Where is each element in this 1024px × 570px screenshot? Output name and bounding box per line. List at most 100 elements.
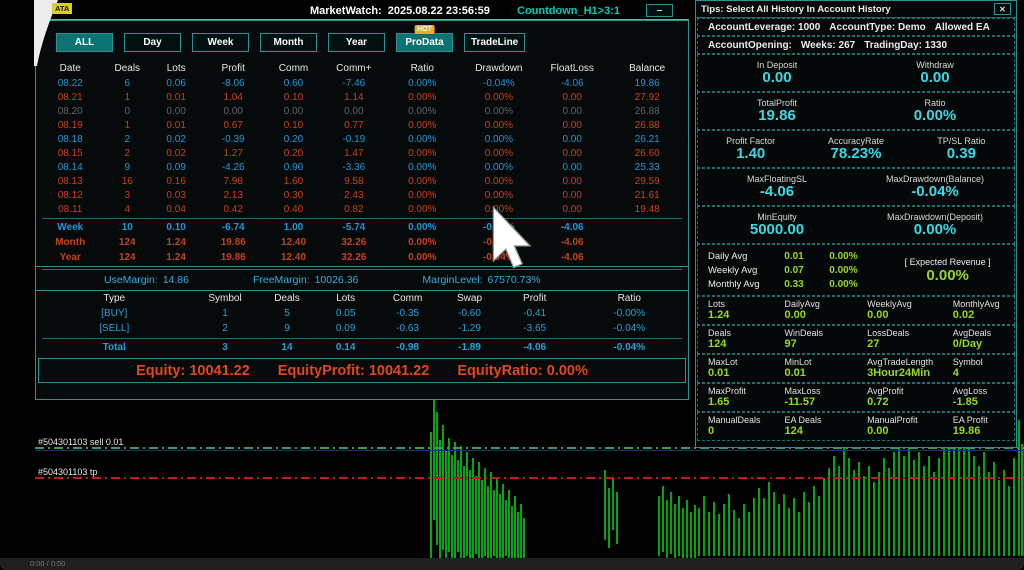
- tab-tradeline[interactable]: TradeLine: [464, 33, 525, 52]
- cell: -0.04%: [460, 78, 538, 89]
- cell: Comm: [264, 63, 323, 74]
- tips-header: Tips: Select All History In Account Hist…: [696, 1, 1016, 18]
- cell: 7.98: [202, 176, 264, 187]
- margin-item: UseMargin:14.86: [104, 274, 189, 286]
- cell: 08.20: [36, 106, 104, 117]
- chart-bar: [898, 442, 900, 556]
- stat-value: 5000.00: [750, 222, 804, 238]
- minimize-button[interactable]: –: [646, 4, 673, 17]
- summary-row[interactable]: Year1241.2419.8612.4032.260.00%-0.04%-4.…: [36, 250, 688, 265]
- cell: 0.00: [150, 106, 202, 117]
- ata-badge: ATA: [52, 3, 72, 14]
- chart-bar: [690, 512, 692, 558]
- divider: [36, 266, 688, 267]
- chart-bar: [678, 496, 680, 556]
- stat-cell: Profit Factor1.40: [726, 136, 775, 162]
- tab-all[interactable]: ALL: [56, 33, 113, 52]
- chart-bar: [908, 446, 910, 556]
- avg-percent: 0.00%: [829, 279, 881, 290]
- cell: 08.22: [36, 78, 104, 89]
- table-row[interactable]: 08.2000.000.000.000.000.00%0.00%0.0026.8…: [36, 104, 688, 118]
- close-icon[interactable]: ✕: [994, 3, 1011, 15]
- cell: 0.00%: [385, 148, 460, 159]
- stat-value: 97: [785, 338, 868, 350]
- cell: -4.06: [538, 237, 606, 248]
- cell: 0.00%: [460, 134, 538, 145]
- cell: 08.18: [36, 134, 104, 145]
- table-row[interactable]: 08.1910.010.670.100.770.00%0.00%0.0026.8…: [36, 118, 688, 132]
- cell: Symbol: [192, 293, 257, 304]
- table-row[interactable]: 08.2260.06-8.060.60-7.460.00%-0.04%-4.06…: [36, 76, 688, 90]
- summary-row[interactable]: Month1241.2419.8612.4032.260.00%-0.04%-4…: [36, 235, 688, 250]
- hot-badge: HOT: [414, 25, 435, 34]
- cell: 0.90: [264, 162, 323, 173]
- table-row[interactable]: 08.1520.021.270.201.470.00%0.00%0.0026.6…: [36, 146, 688, 160]
- cell: 32.26: [323, 237, 385, 248]
- cell: Comm: [375, 293, 440, 304]
- cell: 25.33: [606, 162, 688, 173]
- chart-bar: [666, 500, 668, 558]
- table-row[interactable]: [SELL]290.09-0.63-1.29-3.65-0.04%: [36, 321, 688, 336]
- cell: 124: [104, 237, 150, 248]
- cell: Ratio: [571, 293, 688, 304]
- table-row[interactable]: 08.1820.02-0.390.20-0.190.00%0.00%0.0026…: [36, 132, 688, 146]
- video-progress-bar[interactable]: [0, 558, 1024, 570]
- cell: -0.39: [202, 134, 264, 145]
- cell: -0.04%: [571, 342, 688, 353]
- table-row[interactable]: [BUY]150.05-0.35-0.60-0.41-0.00%: [36, 306, 688, 321]
- tips-title: Tips: Select All History In Account Hist…: [701, 4, 891, 15]
- cell: 0.00%: [460, 176, 538, 187]
- cell: 0.00: [538, 134, 606, 145]
- cell: 1.60: [264, 176, 323, 187]
- chart-bar: [923, 466, 925, 556]
- cell: 1.04: [202, 92, 264, 103]
- table-row[interactable]: 08.13160.167.981.609.580.00%0.00%0.0029.…: [36, 174, 688, 188]
- cell: -0.00%: [571, 308, 688, 319]
- stat-section: Profit Factor1.40AccuracyRate78.23%TP/SL…: [697, 130, 1015, 168]
- tab-month[interactable]: Month: [260, 33, 317, 52]
- table-row[interactable]: 08.1490.09-4.260.90-3.360.00%0.00%0.0025…: [36, 160, 688, 174]
- cell: 0.00%: [385, 237, 460, 248]
- cell: 0.09: [316, 323, 375, 334]
- stat-value: 0.00: [867, 309, 953, 321]
- stat-cell: LossDeals27: [867, 328, 953, 351]
- cell: 0.82: [323, 204, 385, 215]
- cell: 0.00: [538, 148, 606, 159]
- info-item: Allowed EA: [935, 22, 990, 33]
- chart-bar: [505, 500, 507, 556]
- chart-bar: [828, 468, 830, 556]
- tab-week[interactable]: Week: [192, 33, 249, 52]
- chart-bar: [520, 504, 522, 558]
- cell: 0.06: [150, 78, 202, 89]
- cell: -3.36: [323, 162, 385, 173]
- chart-bar: [933, 472, 935, 556]
- chart-bar: [793, 498, 795, 556]
- cell: 08.21: [36, 92, 104, 103]
- stat-cell: Lots1.24: [708, 299, 785, 322]
- chart-bar: [763, 498, 765, 556]
- stat-section: ManualDeals0EA Deals124ManualProfit0.00E…: [697, 412, 1015, 441]
- tab-year[interactable]: Year: [328, 33, 385, 52]
- chart-bar: [848, 458, 850, 556]
- cell: 0.00%: [385, 162, 460, 173]
- chart-bar: [878, 472, 880, 556]
- tab-day[interactable]: Day: [124, 33, 181, 52]
- chart-bar: [988, 472, 990, 556]
- panel-titlebar: MarketWatch:2025.08.22 23:56:59 Countdow…: [35, 2, 689, 20]
- tab-prodata[interactable]: ProDataHOT: [396, 33, 453, 52]
- chart-bar: [694, 505, 696, 558]
- chart-bar: [460, 446, 462, 558]
- info-item: TradingDay: 1330: [864, 40, 947, 51]
- avg-value: 0.07: [784, 265, 829, 276]
- stat-value: 1.40: [726, 146, 775, 162]
- table-row[interactable]: 08.1230.032.130.302.430.00%0.00%0.0021.6…: [36, 188, 688, 202]
- table-row[interactable]: 08.1140.040.420.400.820.00%0.00%0.0019.4…: [36, 202, 688, 216]
- chart-bar: [973, 456, 975, 556]
- cell: 0.40: [264, 204, 323, 215]
- equity-item: Equity: 10041.22: [136, 363, 250, 379]
- chart-bar: [451, 455, 453, 558]
- summary-row[interactable]: Week100.10-6.741.00-5.740.00%-0.04%-4.06: [36, 220, 688, 235]
- table-row[interactable]: 08.2110.011.040.101.140.00%0.00%0.0027.9…: [36, 90, 688, 104]
- cell: 21.61: [606, 190, 688, 201]
- stat-value: 4: [953, 367, 1014, 379]
